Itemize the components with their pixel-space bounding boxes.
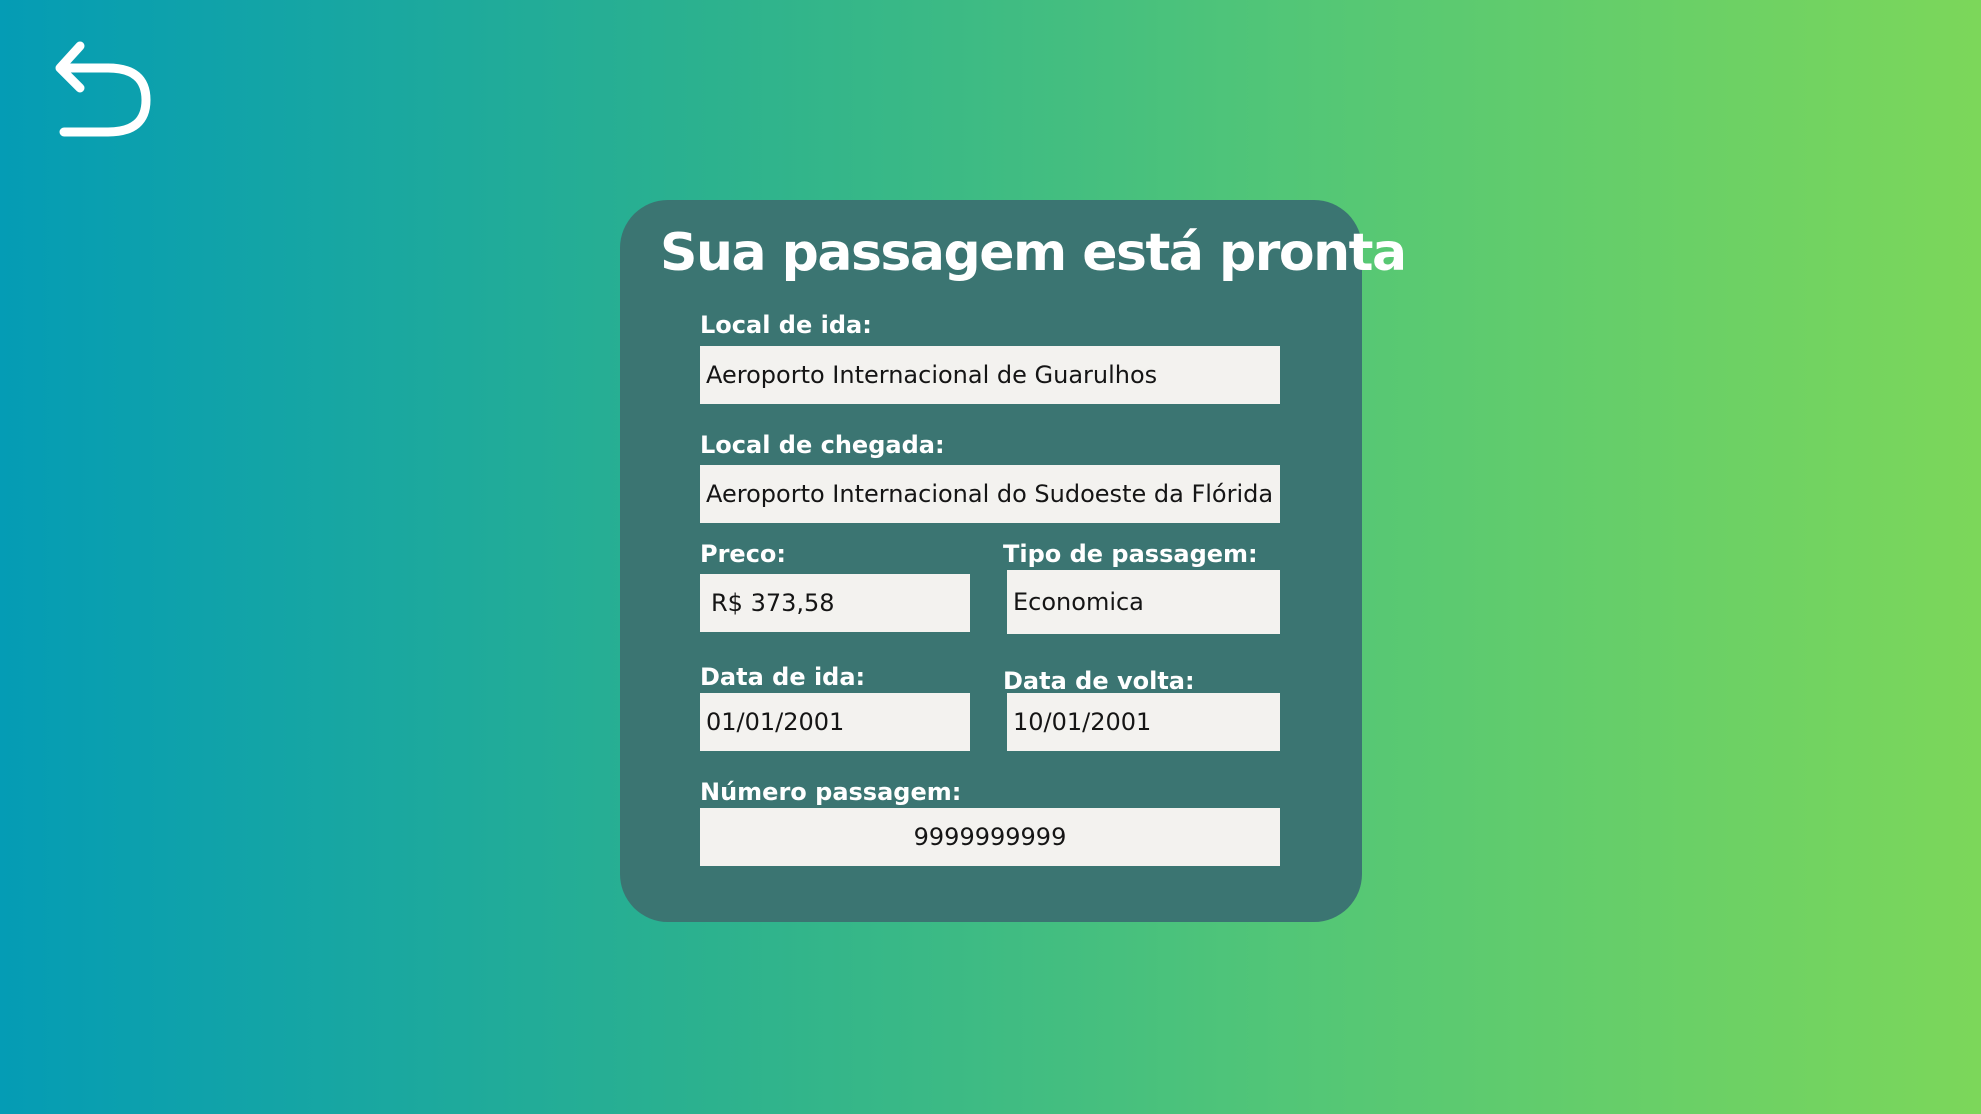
destination-label: Local de chegada: [700,431,945,459]
departure-date-label: Data de ida: [700,663,866,691]
return-date-field[interactable]: 10/01/2001 [1007,693,1280,751]
price-label: Preco: [700,540,787,568]
undo-arrow-icon [55,41,151,137]
ticket-type-field[interactable]: Economica [1007,570,1280,634]
ticket-number-label: Número passagem: [700,778,962,806]
return-date-label: Data de volta: [1003,667,1195,695]
origin-field[interactable]: Aeroporto Internacional de Guarulhos [700,346,1280,404]
ticket-type-label: Tipo de passagem: [1003,540,1258,568]
price-field[interactable]: R$ 373,58 [700,574,970,632]
destination-field[interactable]: Aeroporto Internacional do Sudoeste da F… [700,465,1280,523]
back-button[interactable] [50,32,160,142]
origin-label: Local de ida: [700,311,872,339]
ticket-number-field[interactable]: 9999999999 [700,808,1280,866]
departure-date-field[interactable]: 01/01/2001 [700,693,970,751]
page-title: Sua passagem está pronta [660,223,1407,283]
ticket-card: Sua passagem está pronta Local de ida: A… [620,200,1407,922]
